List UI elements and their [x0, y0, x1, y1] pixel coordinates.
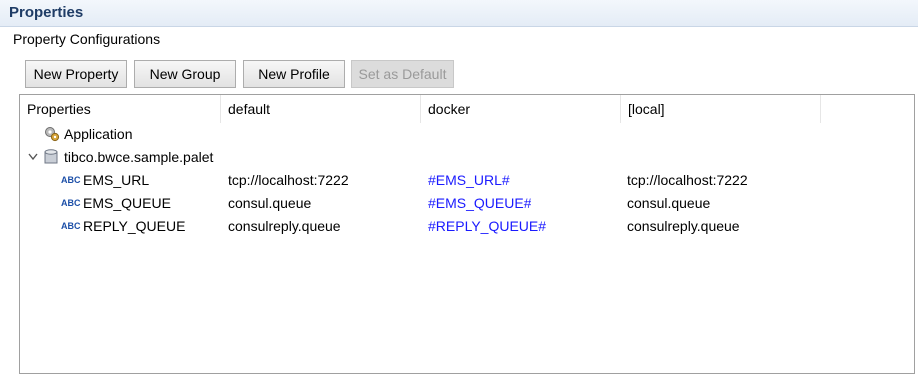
- new-profile-button[interactable]: New Profile: [243, 60, 345, 88]
- table-row[interactable]: ABC EMS_QUEUE consul.queue #EMS_QUEUE# c…: [20, 192, 914, 215]
- tree-row-group[interactable]: tibco.bwce.sample.palet: [20, 146, 914, 169]
- property-default-value[interactable]: consulreply.queue: [228, 215, 341, 238]
- new-property-button[interactable]: New Property: [25, 60, 127, 88]
- property-local-value[interactable]: consul.queue: [627, 192, 710, 215]
- tree-label-group: tibco.bwce.sample.palet: [64, 149, 214, 165]
- column-header-docker[interactable]: docker: [421, 95, 621, 123]
- panel-title: Properties: [9, 4, 84, 21]
- property-tree-table[interactable]: Properties default docker [local] Applic…: [19, 94, 915, 374]
- property-local-value[interactable]: consulreply.queue: [627, 215, 740, 238]
- property-name: EMS_URL: [83, 172, 150, 188]
- column-header-properties[interactable]: Properties: [20, 95, 221, 123]
- property-name: REPLY_QUEUE: [83, 218, 186, 234]
- column-header-local[interactable]: [local]: [621, 95, 821, 123]
- table-row[interactable]: ABC EMS_URL tcp://localhost:7222 #EMS_UR…: [20, 169, 914, 192]
- properties-header: Properties: [0, 0, 918, 27]
- abc-string-icon: ABC: [61, 221, 81, 231]
- property-docker-value[interactable]: #EMS_URL#: [428, 169, 510, 192]
- application-gear-icon: [45, 127, 60, 142]
- property-docker-value[interactable]: #REPLY_QUEUE#: [428, 215, 546, 238]
- column-header-default[interactable]: default: [221, 95, 421, 123]
- chevron-down-icon[interactable]: [28, 153, 38, 161]
- set-as-default-button: Set as Default: [351, 60, 454, 88]
- property-local-value[interactable]: tcp://localhost:7222: [627, 169, 748, 192]
- property-docker-value[interactable]: #EMS_QUEUE#: [428, 192, 531, 215]
- tree-label-application: Application: [64, 126, 133, 142]
- abc-string-icon: ABC: [61, 175, 81, 185]
- tree-row-application[interactable]: Application: [20, 123, 914, 146]
- abc-string-icon: ABC: [61, 198, 81, 208]
- group-cylinder-icon: [44, 149, 58, 164]
- property-name: EMS_QUEUE: [83, 195, 171, 211]
- property-default-value[interactable]: tcp://localhost:7222: [228, 169, 349, 192]
- property-default-value[interactable]: consul.queue: [228, 192, 311, 215]
- new-group-button[interactable]: New Group: [134, 60, 236, 88]
- table-row[interactable]: ABC REPLY_QUEUE consulreply.queue #REPLY…: [20, 215, 914, 238]
- section-label: Property Configurations: [13, 31, 161, 47]
